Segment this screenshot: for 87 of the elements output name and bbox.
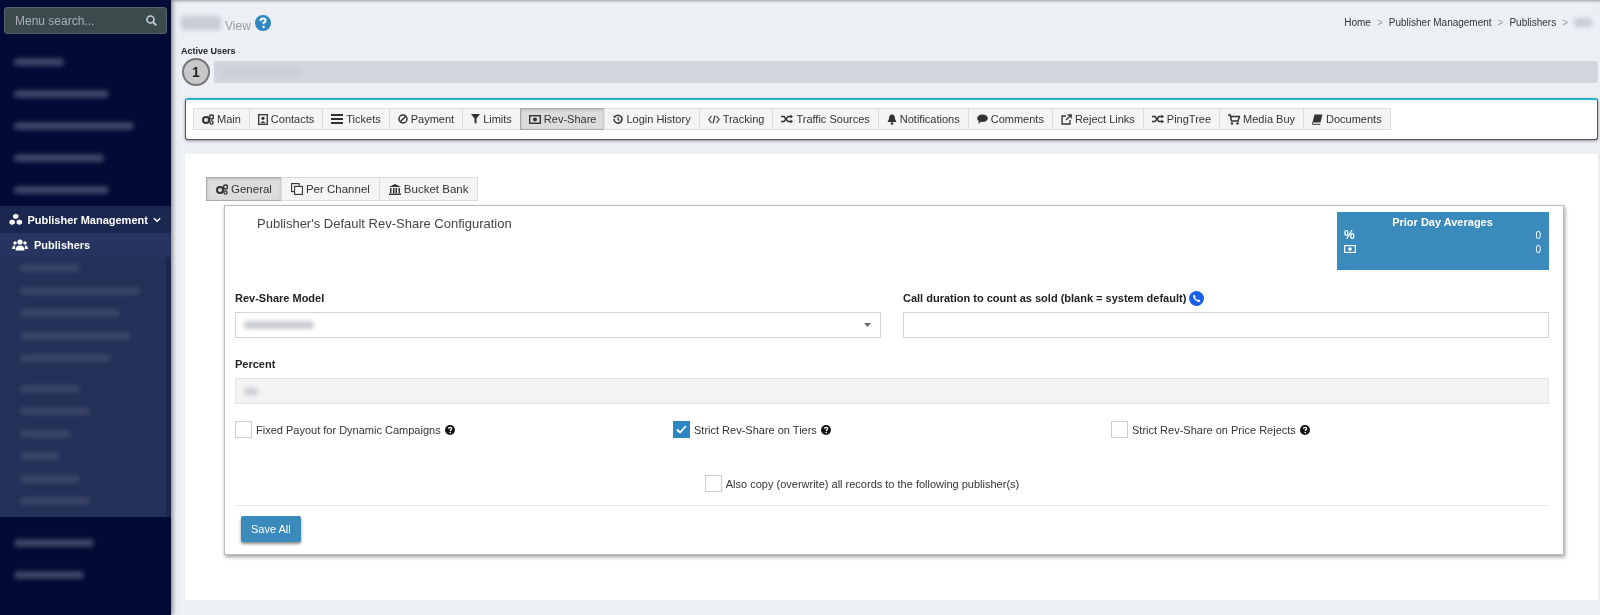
bell-icon (886, 113, 897, 125)
tab[interactable]: Limits (462, 108, 521, 130)
checkbox-label: Strict Rev-Share on Tiers (694, 423, 817, 436)
cubes-icon (9, 213, 23, 226)
tab[interactable]: General (206, 177, 282, 201)
user-count-badge: 1 (182, 58, 210, 86)
cart-icon (1228, 113, 1241, 125)
tab[interactable]: Comments (967, 108, 1053, 130)
breadcrumb-link[interactable]: Publisher Management (1388, 17, 1492, 28)
checkbox[interactable] (1111, 421, 1128, 438)
gears-icon (202, 113, 214, 125)
sidebar-item[interactable]: Publisher Management (0, 206, 171, 233)
tab[interactable]: Login History (604, 108, 700, 130)
call-duration-field[interactable] (903, 312, 1549, 338)
blurred-menu-item[interactable] (14, 186, 109, 194)
breadcrumb-separator: > (1497, 17, 1504, 28)
tab[interactable]: Tickets (322, 108, 390, 130)
book-icon (1312, 113, 1324, 125)
tab[interactable]: Bucket Bank (378, 177, 479, 201)
tab[interactable]: Tracking (698, 108, 774, 130)
breadcrumb-link[interactable]: Publishers (1509, 17, 1557, 28)
dropdown-caret-icon (864, 323, 871, 327)
tab[interactable]: Rev-Share (519, 108, 606, 130)
page-title-suffix: View (225, 19, 251, 33)
checkbox-label: Fixed Payout for Dynamic Campaigns (256, 423, 441, 436)
checkbox-label: Strict Rev-Share on Price Rejects (1132, 423, 1296, 436)
banknote-icon (1344, 245, 1356, 253)
copy-icon (290, 183, 303, 195)
rev-share-model-select[interactable] (235, 312, 881, 338)
shuffle-icon (781, 114, 794, 124)
help-icon[interactable] (1299, 424, 1310, 435)
panel-title: Publisher's Default Rev-Share Configuration (256, 215, 512, 233)
checkbox[interactable] (235, 421, 252, 438)
check-icon (676, 425, 687, 434)
tab[interactable]: Documents (1303, 108, 1391, 130)
field-label: Call duration to count as sold (blank = system default) (903, 290, 1549, 306)
field-label: Rev-Share Model (235, 291, 326, 306)
blurred-menu-item[interactable] (14, 538, 94, 547)
breadcrumb-link[interactable]: Home (1344, 17, 1371, 28)
tab[interactable]: Notifications (877, 108, 969, 130)
redacted-breadcrumb (1574, 18, 1592, 27)
checkbox[interactable] (673, 421, 690, 438)
blurred-menu-item[interactable] (14, 90, 109, 98)
blurred-menu-item[interactable] (14, 122, 134, 130)
field-label: Percent (235, 357, 277, 372)
users-icon (12, 239, 28, 251)
redacted-title (181, 16, 221, 30)
tab[interactable]: Reject Links (1051, 108, 1144, 130)
menu-search-field[interactable]: Menu search... (4, 7, 167, 34)
blurred-menu-item[interactable] (14, 154, 104, 162)
average-value: 0 (1535, 229, 1541, 241)
averages-title: Prior Day Averages (1391, 216, 1494, 228)
blurred-menu-item[interactable] (14, 570, 84, 579)
sidebar-subitem[interactable]: Publishers (0, 233, 171, 257)
banknote-icon (528, 114, 541, 124)
code-icon (707, 114, 720, 124)
tab[interactable]: Per Channel (280, 177, 380, 201)
percent-symbol: % (1344, 228, 1355, 242)
tab[interactable]: Traffic Sources (772, 108, 879, 130)
filter-icon (471, 114, 481, 124)
external-link-icon (1060, 113, 1072, 125)
tab[interactable]: Main (193, 108, 250, 130)
save-all-button[interactable]: Save All (241, 516, 301, 542)
tab[interactable]: Payment (388, 108, 464, 130)
breadcrumb-separator: > (1562, 17, 1568, 28)
checkbox[interactable] (704, 475, 722, 492)
help-icon[interactable] (820, 424, 831, 435)
contact-card-icon (257, 113, 268, 125)
blurred-menu-item[interactable] (14, 58, 64, 66)
shuffle-icon (1151, 114, 1164, 124)
chevron-down-icon (152, 216, 161, 223)
active-users-label: Active Users (180, 45, 237, 56)
tab[interactable]: Media Buy (1219, 108, 1305, 130)
breadcrumb-separator: > (1376, 17, 1383, 28)
phone-icon (1189, 290, 1205, 306)
tab[interactable]: Contacts (248, 108, 324, 130)
gears-icon (216, 183, 228, 195)
bank-icon (388, 183, 401, 195)
help-icon[interactable] (444, 424, 455, 435)
ban-icon (397, 114, 408, 124)
search-icon (146, 15, 157, 26)
checkbox-label: Also copy (overwrite) all records to the following publisher(s) (725, 477, 1020, 490)
speech-bubble-icon (976, 114, 988, 124)
list-icon (331, 114, 344, 124)
tab[interactable]: PingTree (1142, 108, 1221, 130)
average-value: 0 (1535, 243, 1541, 255)
history-icon (613, 114, 624, 124)
